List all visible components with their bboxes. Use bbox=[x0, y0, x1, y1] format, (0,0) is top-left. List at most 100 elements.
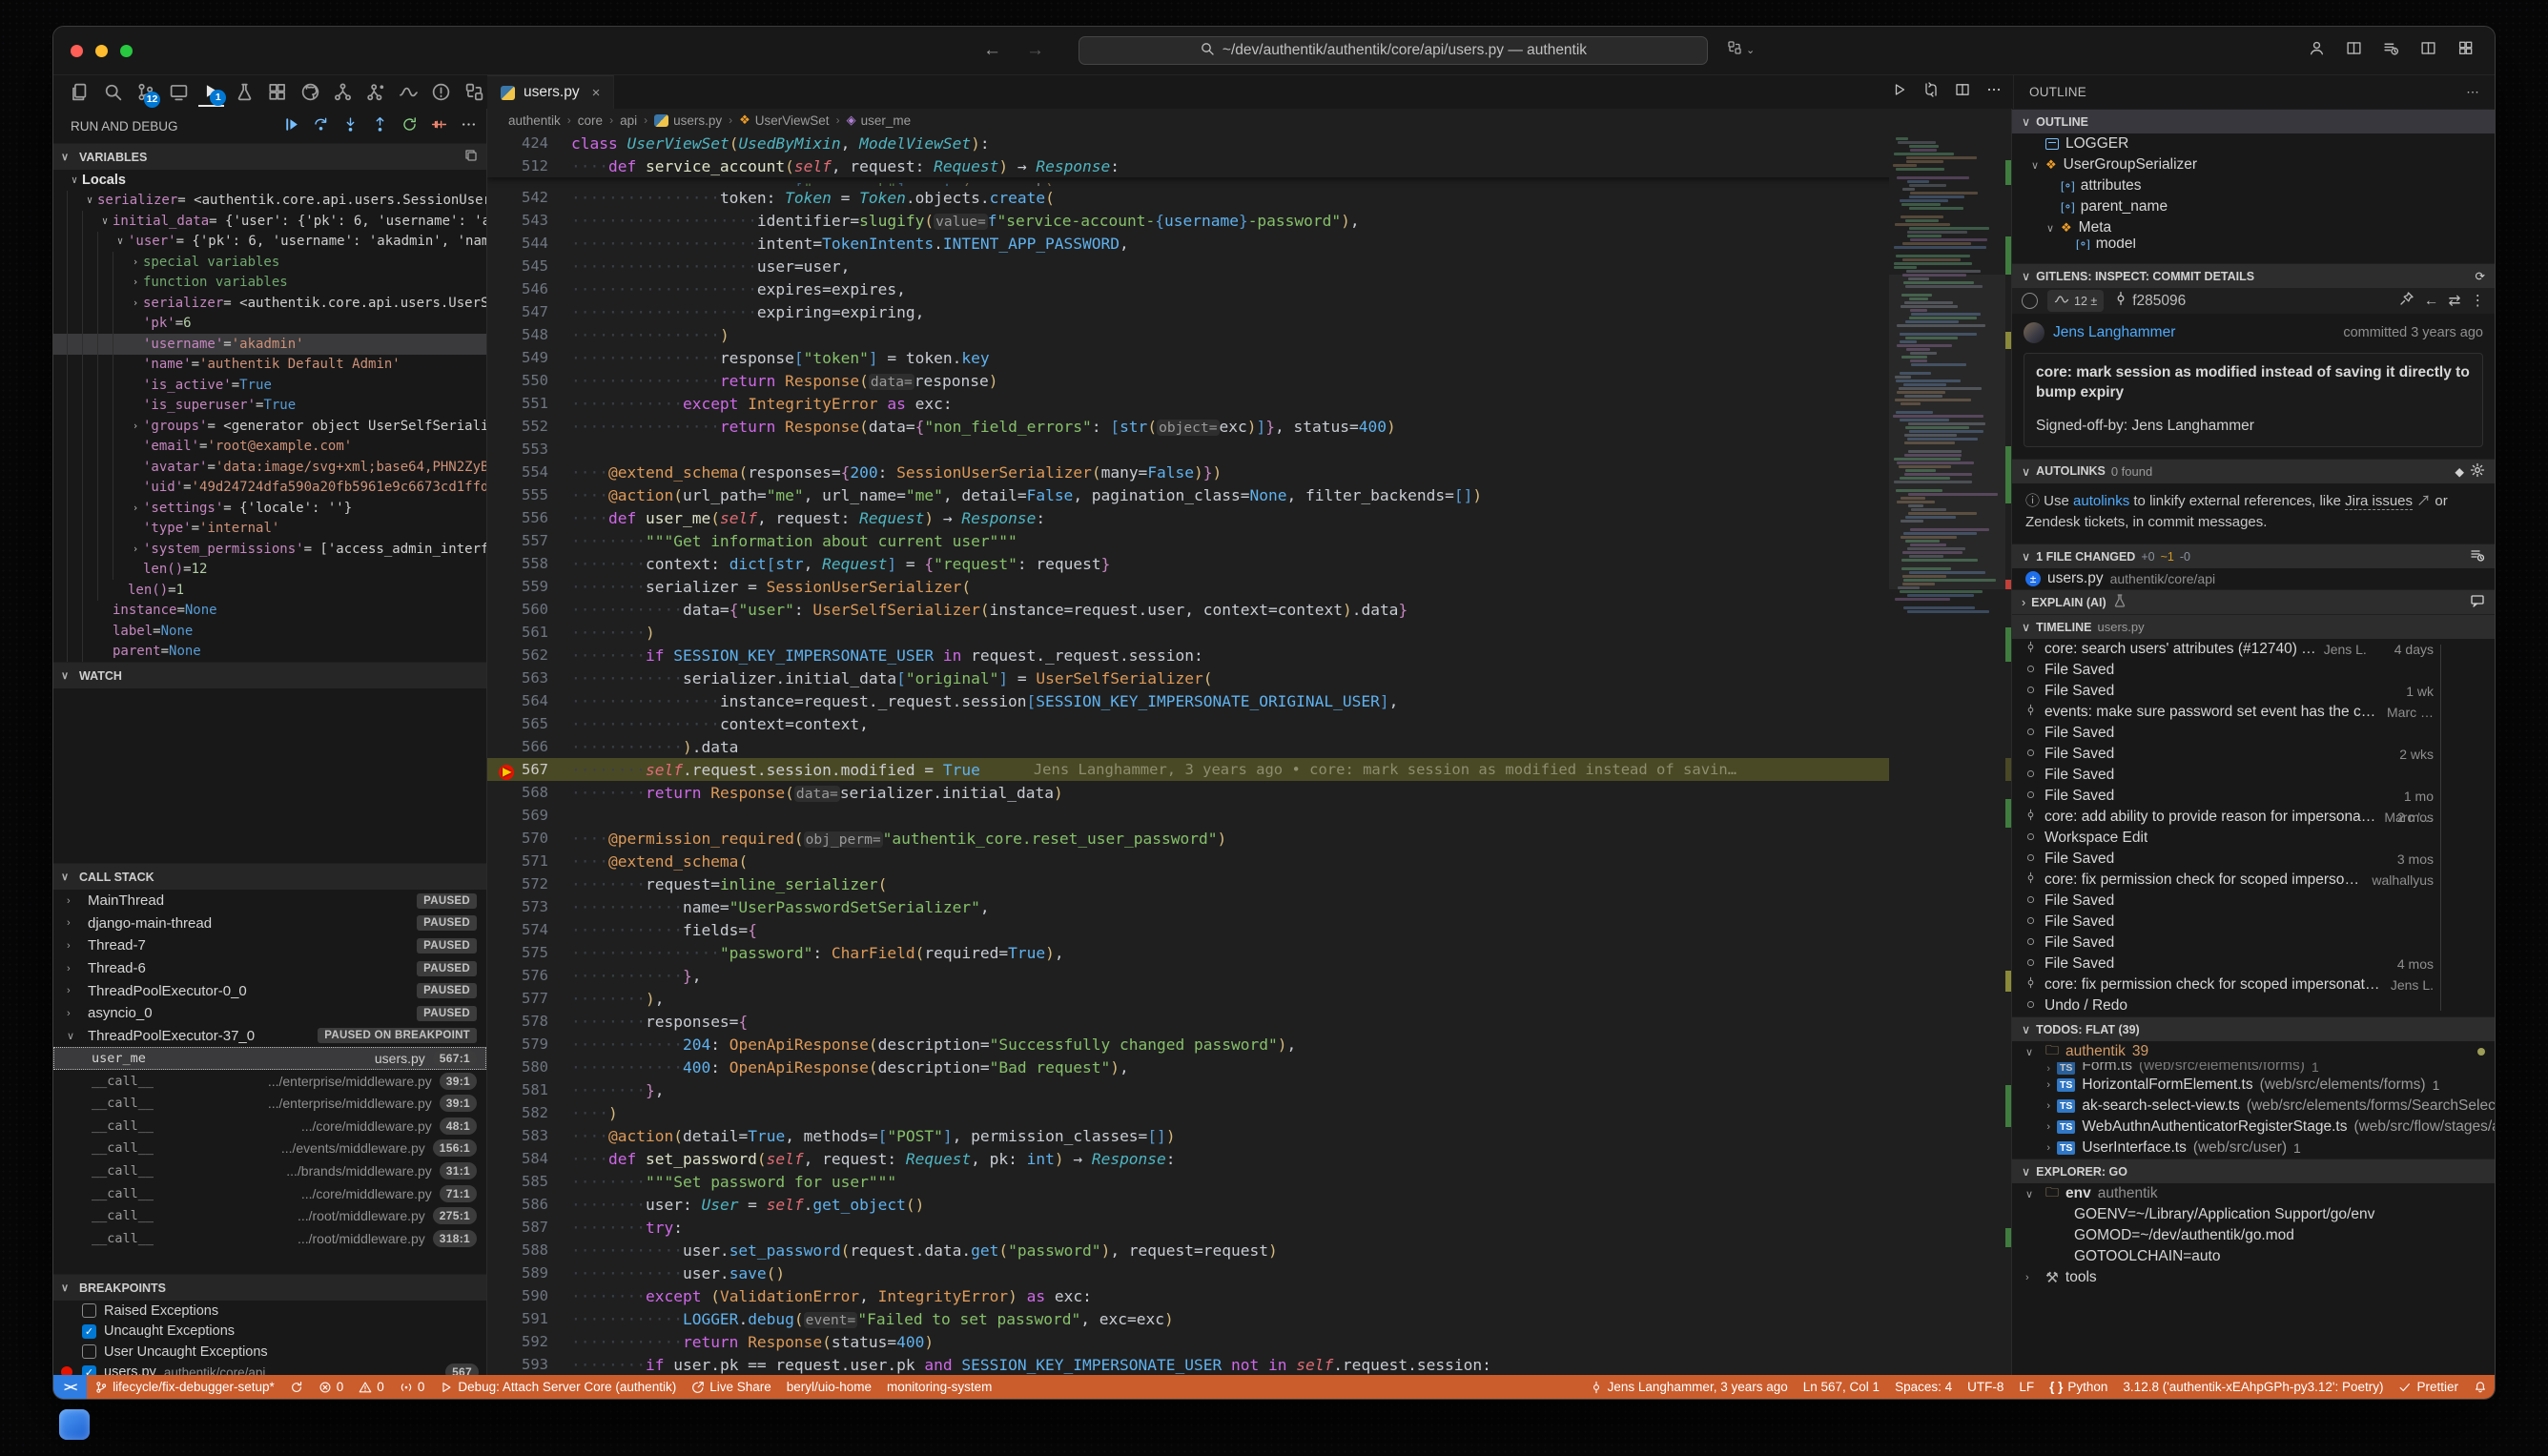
todos-root[interactable]: ∨🗀authentik39 bbox=[2012, 1041, 2495, 1062]
author-name[interactable]: Jens Langhammer bbox=[2053, 324, 2175, 341]
breakpoints-section-header[interactable]: ∨BREAKPOINTS bbox=[53, 1274, 486, 1301]
variable-row[interactable]: len() = 12 bbox=[53, 560, 486, 581]
stack-frame-row[interactable]: __call__.../events/middleware.py156:1 bbox=[53, 1138, 486, 1160]
autolinks-section-header[interactable]: ∨ AUTOLINKS 0 found ◆ bbox=[2012, 459, 2495, 483]
back-icon[interactable]: ← bbox=[2424, 293, 2439, 310]
activity-containers[interactable] bbox=[462, 78, 487, 107]
thread-row[interactable]: ›Thread-6PAUSED bbox=[53, 957, 486, 980]
timeline-item[interactable]: File Saved1 mo bbox=[2012, 786, 2495, 807]
stack-frame-row[interactable]: __call__.../core/middleware.py48:1 bbox=[53, 1115, 486, 1138]
statusbar-monitoring[interactable]: monitoring-system bbox=[879, 1375, 999, 1399]
statusbar-interpreter[interactable]: 3.12.8 ('authentik-xEAhpGPh-py3.12': Poe… bbox=[2115, 1380, 2391, 1394]
stack-frame-row[interactable]: __call__.../root/middleware.py275:1 bbox=[53, 1204, 486, 1227]
statusbar-eol[interactable]: LF bbox=[2011, 1380, 2042, 1394]
layout-panel-icon[interactable] bbox=[2383, 40, 2399, 61]
nav-back-icon[interactable]: ← bbox=[983, 40, 1001, 61]
todo-file-row[interactable]: ›TSHorizontalFormElement.ts(web/src/elem… bbox=[2012, 1075, 2495, 1096]
statusbar-notifications[interactable] bbox=[2466, 1381, 2495, 1394]
timeline-item[interactable]: core: add ability to provide reason for … bbox=[2012, 807, 2495, 828]
breakpoint-checkbox[interactable]: ✓ bbox=[82, 1365, 96, 1375]
dock-icon[interactable] bbox=[59, 1409, 90, 1440]
thread-row[interactable]: ∨ThreadPoolExecutor-37_0PAUSED ON BREAKP… bbox=[53, 1025, 486, 1048]
stack-frame-row[interactable]: __call__.../core/middleware.py71:1 bbox=[53, 1182, 486, 1205]
timeline-item[interactable]: File Saved1 wk bbox=[2012, 681, 2495, 702]
outline-item-parent_name[interactable]: [⚬]parent_name bbox=[2012, 196, 2495, 217]
statusbar-indentation[interactable]: Spaces: 4 bbox=[1887, 1380, 1960, 1394]
statusbar-live-share[interactable]: Live Share bbox=[684, 1375, 779, 1399]
variable-row[interactable]: 'type' = 'internal' bbox=[53, 519, 486, 540]
variable-row[interactable]: 'is_superuser' = True bbox=[53, 396, 486, 417]
variable-row[interactable]: 'username' = 'akadmin' bbox=[53, 334, 486, 355]
statusbar-language[interactable]: { }Python bbox=[2042, 1380, 2115, 1394]
activity-issues[interactable] bbox=[428, 78, 454, 107]
timeline-item[interactable]: Undo / Redo bbox=[2012, 995, 2495, 1016]
debug-stepinto-button[interactable] bbox=[342, 116, 359, 135]
customize-layout-icon[interactable] bbox=[2457, 40, 2474, 61]
activity-testing[interactable] bbox=[231, 78, 257, 107]
breakpoint-row[interactable]: User Uncaught Exceptions bbox=[53, 1342, 486, 1363]
statusbar-cursor-position[interactable]: Ln 567, Col 1 bbox=[1796, 1380, 1887, 1394]
pin-icon[interactable] bbox=[2399, 291, 2414, 311]
layout-sidebar-left-icon[interactable] bbox=[2346, 40, 2362, 61]
account-icon[interactable] bbox=[2309, 40, 2325, 61]
avatar-icon[interactable] bbox=[2022, 293, 2038, 309]
layout-sidebar-right-icon[interactable] bbox=[2420, 40, 2436, 61]
kebab-icon[interactable]: ⋮ bbox=[2471, 292, 2486, 310]
activity-extensions[interactable] bbox=[264, 78, 290, 107]
breakpoint-row[interactable]: ✓Uncaught Exceptions bbox=[53, 1322, 486, 1343]
maximize-window-button[interactable] bbox=[120, 45, 133, 57]
outline-item-attributes[interactable]: [⚬]attributes bbox=[2012, 175, 2495, 196]
run-python-icon[interactable] bbox=[1892, 82, 1907, 102]
variable-row[interactable]: 'name' = 'authentik Default Admin' bbox=[53, 355, 486, 376]
variable-row[interactable]: ›'settings' = {'locale': ''} bbox=[53, 498, 486, 519]
stack-frame-row[interactable]: __call__.../root/middleware.py318:1 bbox=[53, 1227, 486, 1250]
variable-row[interactable]: ›'groups' = <generator object UserSelfSe… bbox=[53, 416, 486, 437]
callstack-section-header[interactable]: ∨CALL STACK bbox=[53, 863, 486, 890]
todo-file-row[interactable]: ›TSWebAuthnAuthenticatorRegisterStage.ts… bbox=[2012, 1117, 2495, 1138]
activity-explorer[interactable] bbox=[67, 78, 92, 107]
breadcrumb-item-authentik[interactable]: authentik bbox=[508, 113, 561, 128]
todo-file-row[interactable]: ›TSForm.ts(web/src/elements/forms)1 bbox=[2012, 1062, 2495, 1075]
statusbar-git-branch[interactable]: lifecycle/fix-debugger-setup* bbox=[87, 1375, 282, 1399]
thread-row[interactable]: ›ThreadPoolExecutor-0_0PAUSED bbox=[53, 979, 486, 1002]
activity-run-and-debug[interactable]: 1 bbox=[198, 78, 224, 107]
breakpoint-checkbox[interactable] bbox=[82, 1303, 96, 1318]
variable-row[interactable]: 'is_active' = True bbox=[53, 375, 486, 396]
debug-continue-button[interactable] bbox=[283, 116, 299, 135]
timeline-item[interactable]: File Saved2 wks bbox=[2012, 744, 2495, 765]
variable-row[interactable]: instance = None bbox=[53, 601, 486, 622]
debug-ellipsis-button[interactable] bbox=[461, 116, 477, 135]
activity-gitlens[interactable] bbox=[330, 78, 356, 107]
outline-item-Meta[interactable]: ∨❖Meta bbox=[2012, 217, 2495, 238]
statusbar-prettier[interactable]: Prettier bbox=[2391, 1380, 2466, 1394]
compare-icon[interactable]: ⇄ bbox=[2449, 292, 2461, 310]
activity-remote-explorer[interactable] bbox=[165, 78, 191, 107]
todo-file-row[interactable]: ›TSUserInterface.ts(web/src/user)1 bbox=[2012, 1138, 2495, 1159]
breakpoint-row[interactable]: Raised Exceptions bbox=[53, 1301, 486, 1322]
breadcrumb-item-userspy[interactable]: users.py bbox=[654, 113, 722, 128]
breadcrumb[interactable]: authentik›core›api›users.py›❖UserViewSet… bbox=[487, 109, 2011, 132]
debug-disconnect-button[interactable] bbox=[431, 116, 447, 135]
todos-section-header[interactable]: ∨ TODOS: FLAT (39) bbox=[2012, 1016, 2495, 1041]
tab-users-py[interactable]: users.py × bbox=[487, 75, 614, 109]
variable-row[interactable]: ∨serializer = <authentik.core.api.users.… bbox=[53, 191, 486, 212]
breakpoint-checkbox[interactable]: ✓ bbox=[82, 1324, 96, 1339]
variable-row[interactable]: 'pk' = 6 bbox=[53, 314, 486, 335]
diamond-icon[interactable]: ◆ bbox=[2455, 464, 2464, 479]
more-actions-icon[interactable]: ⋯ bbox=[2466, 85, 2479, 100]
commit-hash[interactable]: f285096 bbox=[2113, 291, 2186, 311]
statusbar-sync[interactable] bbox=[282, 1375, 311, 1399]
debug-stepout-button[interactable] bbox=[372, 116, 388, 135]
timeline-item[interactable]: File Saved bbox=[2012, 765, 2495, 786]
outline-item-LOGGER[interactable]: LOGGER bbox=[2012, 133, 2495, 154]
go-tools-row[interactable]: ›⚒tools bbox=[2012, 1267, 2495, 1288]
statusbar-problems[interactable]: 0 bbox=[311, 1375, 352, 1399]
stack-frame-row[interactable]: __call__.../enterprise/middleware.py39:1 bbox=[53, 1070, 486, 1093]
variable-row[interactable]: ∨Locals bbox=[53, 170, 486, 191]
activity-commit-graph[interactable] bbox=[396, 78, 421, 107]
timeline-section-header[interactable]: ∨ TIMELINE users.py bbox=[2012, 614, 2495, 639]
minimap-viewport[interactable] bbox=[1889, 275, 2005, 589]
breakpoint-checkbox[interactable] bbox=[82, 1344, 96, 1359]
timeline-item[interactable]: events: make sure password set event has… bbox=[2012, 702, 2495, 723]
variable-row[interactable]: ∨'user' = {'pk': 6, 'username': 'akadmin… bbox=[53, 232, 486, 253]
